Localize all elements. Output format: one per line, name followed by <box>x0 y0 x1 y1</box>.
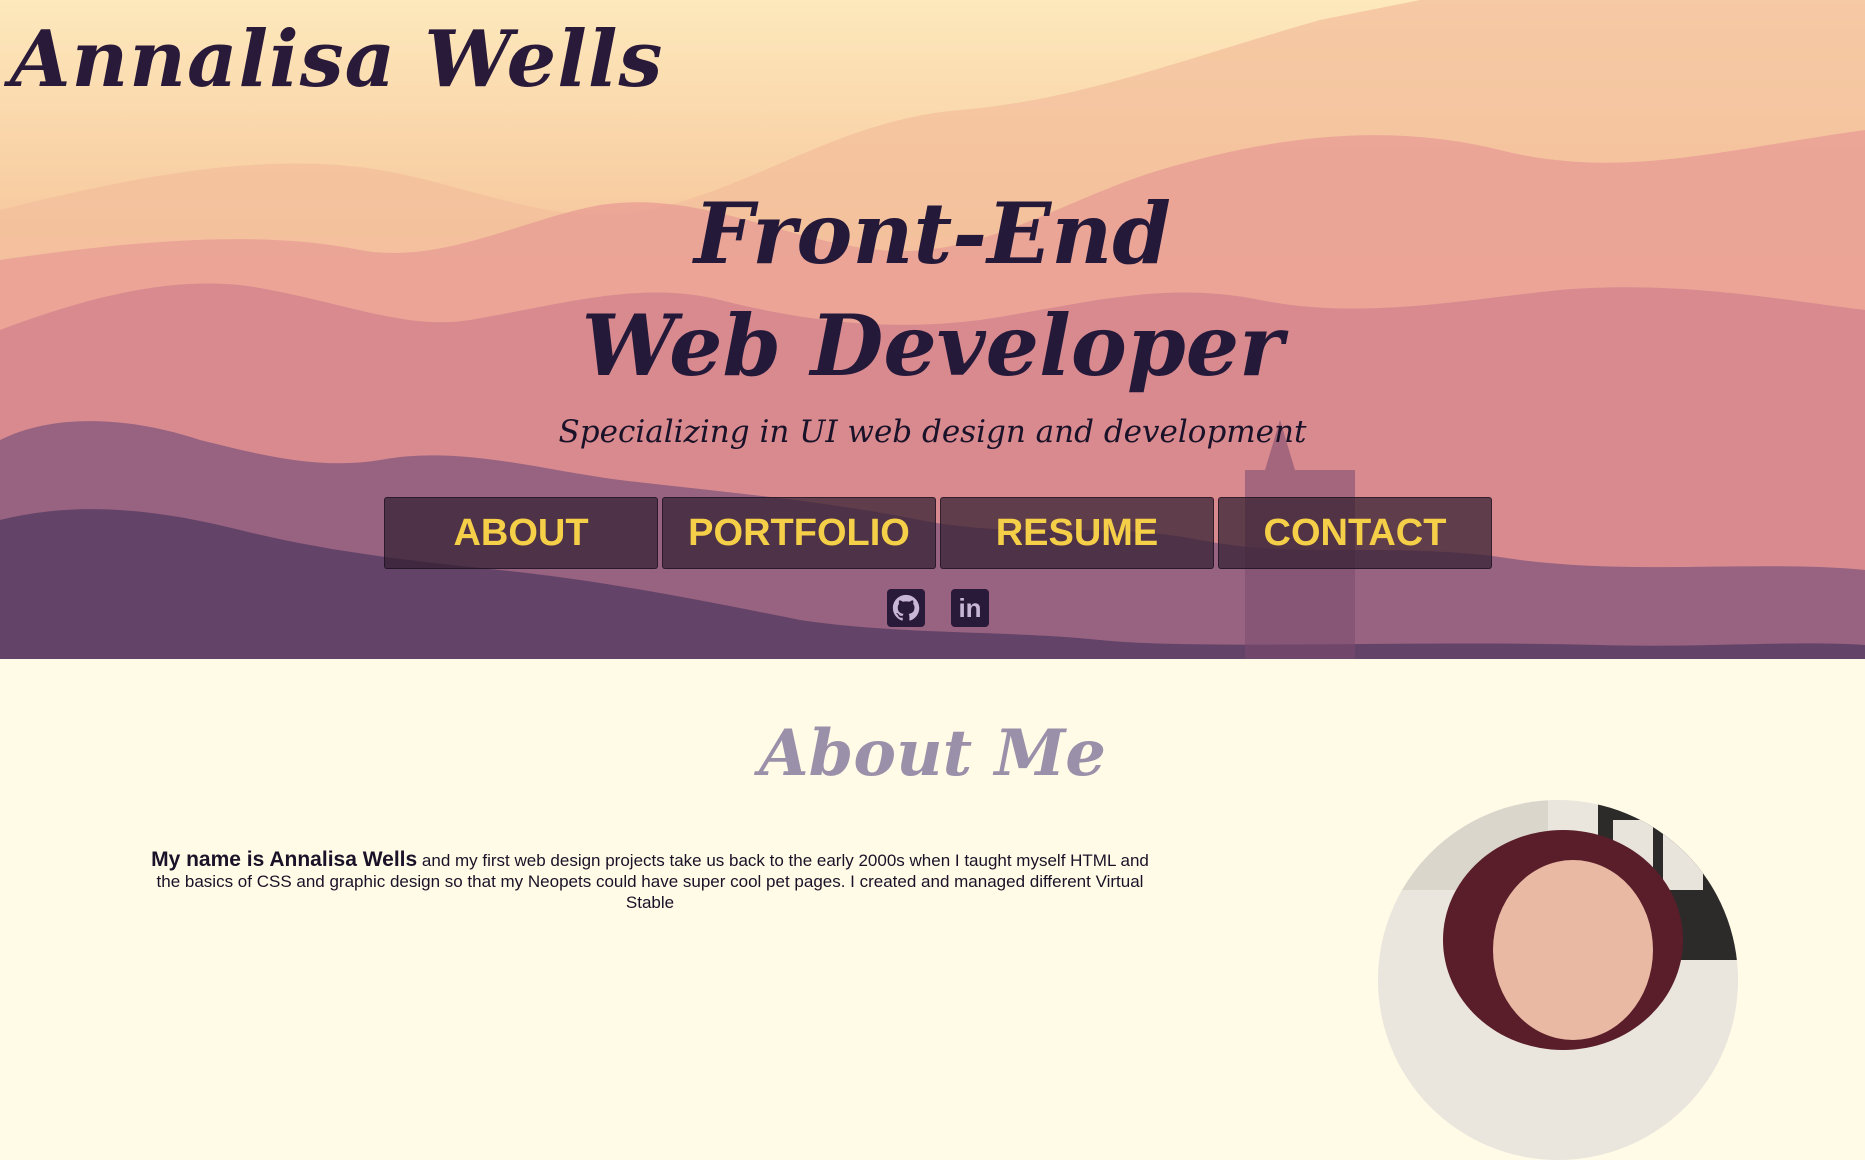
profile-photo-image <box>1378 800 1738 1160</box>
nav-about-button[interactable]: ABOUT <box>384 497 658 569</box>
hero-banner: Annalisa Wells Front-End Web Developer S… <box>0 0 1865 659</box>
linkedin-link[interactable]: in <box>951 589 989 627</box>
social-links: in <box>887 589 989 627</box>
nav-portfolio-button[interactable]: PORTFOLIO <box>662 497 936 569</box>
hero-headline: Front-End Web Developer <box>0 178 1865 402</box>
nav-contact-button[interactable]: CONTACT <box>1218 497 1492 569</box>
site-name-heading: Annalisa Wells <box>10 14 664 105</box>
headline-line-1: Front-End <box>693 184 1171 283</box>
nav-resume-button[interactable]: RESUME <box>940 497 1214 569</box>
github-icon <box>892 594 920 621</box>
about-intro-bold: My name is Annalisa Wells <box>151 848 418 871</box>
about-section-title: About Me <box>758 716 1107 791</box>
linkedin-icon: in <box>958 593 982 623</box>
github-link[interactable] <box>887 589 925 627</box>
main-navigation: ABOUT PORTFOLIO RESUME CONTACT <box>384 497 1492 569</box>
about-paragraph: My name is Annalisa Wells and my first w… <box>140 849 1160 913</box>
hero-subtitle: Specializing in UI web design and develo… <box>558 414 1307 450</box>
headline-line-2: Web Developer <box>581 296 1284 395</box>
profile-photo <box>1378 800 1738 1160</box>
